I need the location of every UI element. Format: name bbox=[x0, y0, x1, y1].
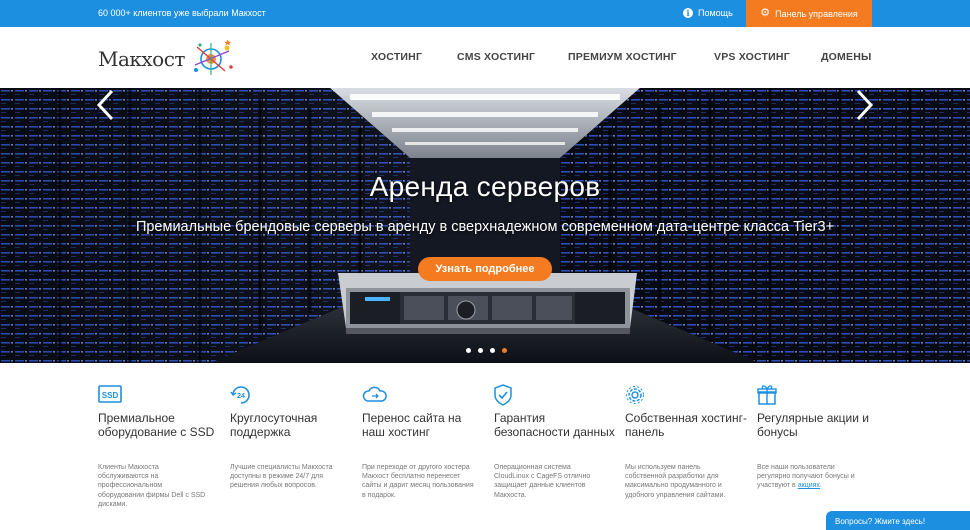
nav-vps-hosting[interactable]: VPS ХОСТИНГ bbox=[714, 51, 790, 63]
help-label: Помощь bbox=[698, 8, 733, 18]
feature-title: Круглосуточная поддержка bbox=[230, 411, 318, 439]
clock-24-icon: 24 bbox=[230, 386, 250, 404]
hero-subtitle: Премиальные брендовые серверы в аренду в… bbox=[135, 219, 835, 235]
hero-title: Аренда серверов bbox=[369, 171, 601, 202]
gear-icon: ⚙ bbox=[760, 7, 771, 19]
slider-dots bbox=[466, 348, 507, 353]
slider-next-arrow-icon[interactable] bbox=[853, 88, 875, 122]
slider-prev-arrow-icon[interactable] bbox=[95, 88, 117, 122]
feature-bonuses: Регулярные акции и бонусы Все наши польз… bbox=[757, 384, 875, 489]
feature-security: Гарантия безопасности данных Операционна… bbox=[494, 384, 615, 499]
logo-star-icon bbox=[194, 39, 233, 75]
feature-support: 24 Круглосуточная поддержка Лучшие специ… bbox=[230, 384, 348, 489]
feature-description: Все наши пользователи регулярно получают… bbox=[757, 463, 869, 491]
learn-more-button[interactable]: Узнать подробнее bbox=[418, 257, 552, 281]
main-header: Макхост ХОСТИНГ CMS ХОСТИНГ ПРЕМИУМ ХОСТ… bbox=[0, 27, 970, 88]
feature-description: При переходе от другого хостера Макхост … bbox=[362, 464, 474, 499]
svg-text:24: 24 bbox=[237, 393, 245, 400]
control-panel-label: Панель управления bbox=[775, 8, 858, 19]
logo-text: Макхост bbox=[98, 47, 186, 71]
feature-title: Перенос сайта на наш хостинг bbox=[362, 411, 462, 439]
feature-title: Премиальное оборудование с SSD bbox=[98, 411, 215, 439]
nav-domains[interactable]: ДОМЕНЫ bbox=[821, 51, 871, 63]
help-link[interactable]: i Помощь bbox=[683, 8, 733, 18]
svg-text:SSD: SSD bbox=[102, 391, 119, 400]
nav-hosting[interactable]: ХОСТИНГ bbox=[371, 51, 422, 63]
gear-icon bbox=[626, 386, 644, 404]
chat-widget-button[interactable]: Вопросы? Жмите здесь! bbox=[826, 511, 970, 530]
ssd-icon: SSD bbox=[98, 385, 122, 403]
feature-description: Мы используем панель собственной разрабо… bbox=[625, 464, 726, 499]
slider-dot-1[interactable] bbox=[466, 348, 471, 353]
control-panel-button[interactable]: ⚙ Панель управления bbox=[746, 0, 872, 27]
feature-transfer: Перенос сайта на наш хостинг При переход… bbox=[362, 384, 480, 499]
promotions-link[interactable]: акциях bbox=[798, 482, 820, 489]
slider-dot-3[interactable] bbox=[490, 348, 495, 353]
slider-dot-2[interactable] bbox=[478, 348, 483, 353]
feature-description-end: . bbox=[819, 482, 822, 490]
top-bar: 60 000+ клиентов уже выбрали Макхост i П… bbox=[0, 0, 970, 27]
dell-server-image bbox=[338, 273, 637, 334]
feature-description: Операционная система CloudLinux с CageFS… bbox=[494, 464, 591, 499]
feature-description: Клиенты Макхоста обслуживаются на профес… bbox=[98, 464, 206, 508]
nav-premium-hosting[interactable]: ПРЕМИУМ ХОСТИНГ bbox=[568, 51, 677, 63]
gift-icon bbox=[757, 385, 777, 405]
hero-banner: Аренда серверов Премиальные брендовые се… bbox=[0, 88, 970, 363]
feature-title: Собственная хостинг-панель bbox=[625, 411, 747, 439]
feature-ssd: SSD Премиальное оборудование с SSD Клиен… bbox=[98, 384, 216, 508]
feature-title: Регулярные акции и бонусы bbox=[757, 411, 869, 439]
feature-title: Гарантия безопасности данных bbox=[494, 411, 615, 439]
shield-check-icon bbox=[494, 384, 512, 406]
logo[interactable]: Макхост bbox=[98, 39, 238, 79]
nav-cms-hosting[interactable]: CMS ХОСТИНГ bbox=[457, 51, 535, 63]
clients-tagline: 60 000+ клиентов уже выбрали Макхост bbox=[98, 8, 266, 18]
feature-panel: Собственная хостинг-панель Мы используем… bbox=[625, 384, 747, 499]
info-icon: i bbox=[683, 8, 693, 18]
cloud-transfer-icon bbox=[362, 386, 387, 402]
slider-dot-4[interactable] bbox=[502, 348, 507, 353]
feature-description: Лучшие специалисты Макхоста доступны в р… bbox=[230, 464, 333, 490]
